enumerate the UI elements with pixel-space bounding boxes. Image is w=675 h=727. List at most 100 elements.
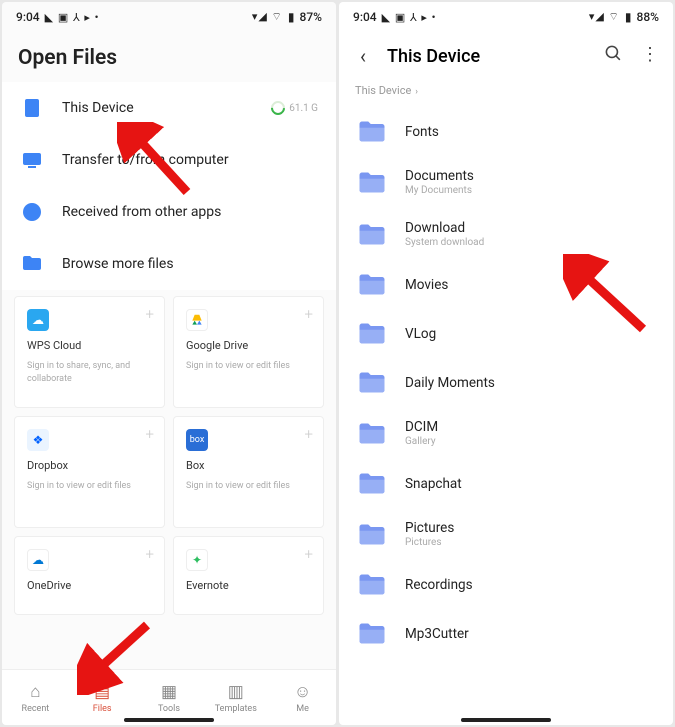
- folder-name: Daily Moments: [405, 375, 495, 391]
- folder-item[interactable]: Daily Moments: [339, 358, 673, 407]
- back-button[interactable]: ‹: [353, 44, 373, 68]
- nav-files[interactable]: ▤ Files: [69, 670, 136, 725]
- onedrive-icon: ☁: [27, 549, 49, 571]
- person-icon: ☺: [294, 682, 311, 702]
- add-icon[interactable]: +: [305, 545, 313, 563]
- folder-subtitle: My Documents: [405, 185, 474, 196]
- cloud-services-row-3: + ☁ OneDrive + ✦ Evernote: [2, 536, 336, 615]
- folder-list[interactable]: FontsDocumentsMy DocumentsDownloadSystem…: [339, 107, 673, 725]
- cloud-dropbox[interactable]: + ❖ Dropbox Sign in to view or edit file…: [14, 416, 165, 528]
- folder-icon: [357, 321, 387, 346]
- files-icon: ▤: [94, 682, 110, 702]
- folder-item[interactable]: VLog: [339, 309, 673, 358]
- folder-icon: [357, 522, 387, 547]
- folder-item[interactable]: Movies: [339, 260, 673, 309]
- add-icon[interactable]: +: [146, 425, 154, 443]
- folder-name: Fonts: [405, 124, 439, 140]
- templates-icon: ▥: [228, 682, 244, 702]
- folder-icon: [357, 621, 387, 646]
- tools-icon: ▦: [161, 682, 177, 702]
- dropbox-icon: ❖: [27, 429, 49, 451]
- battery-icon: ▮: [288, 10, 295, 24]
- phone-open-files: 9:04 ◣ ▣ ⅄ ▸ • ▾◢ ⌔ ▮ 87% Open Files Thi…: [2, 2, 336, 725]
- folder-name: Documents: [405, 168, 474, 184]
- folder-subtitle: System download: [405, 237, 484, 248]
- folder-item[interactable]: Recordings: [339, 560, 673, 609]
- received-icon: [20, 200, 44, 224]
- google-drive-icon: [186, 309, 208, 331]
- cloud-services-grid: + ☁ WPS Cloud Sign in to share, sync, an…: [2, 296, 336, 528]
- cloud-evernote[interactable]: + ✦ Evernote: [173, 536, 324, 615]
- status-time: 9:04: [353, 10, 377, 24]
- folder-icon: [357, 119, 387, 144]
- phone-this-device: 9:04 ◣ ▣ ⅄ ▸ • ▾◢ ⌔ ▮ 88% ‹ This Device …: [339, 2, 673, 725]
- folder-item[interactable]: DocumentsMy Documents: [339, 156, 673, 208]
- item-browse-more[interactable]: Browse more files: [2, 238, 336, 290]
- nav-templates[interactable]: ▥ Templates: [202, 670, 269, 725]
- status-signal-icons: ▾◢ ⌔: [589, 10, 620, 24]
- folder-item[interactable]: Mp3Cutter: [339, 609, 673, 658]
- folder-name: Recordings: [405, 577, 473, 593]
- add-icon[interactable]: +: [146, 305, 154, 323]
- folder-item[interactable]: Snapchat: [339, 459, 673, 508]
- folder-name: DCIM: [405, 419, 438, 435]
- chevron-right-icon: ›: [415, 87, 418, 97]
- add-icon[interactable]: +: [146, 545, 154, 563]
- item-received[interactable]: Received from other apps: [2, 186, 336, 238]
- status-app-icons: ◣ ▣ ⅄ ▸ •: [382, 11, 437, 24]
- status-bar: 9:04 ◣ ▣ ⅄ ▸ • ▾◢ ⌔ ▮ 87%: [2, 2, 336, 32]
- header: ‹ This Device ⋮: [339, 32, 673, 80]
- item-this-device[interactable]: This Device 61.1 G: [2, 82, 336, 134]
- folder-explore-icon: [20, 252, 44, 276]
- folder-name: Pictures: [405, 520, 454, 536]
- cloud-onedrive[interactable]: + ☁ OneDrive: [14, 536, 165, 615]
- device-icon: [20, 96, 44, 120]
- folder-icon: [357, 421, 387, 446]
- evernote-icon: ✦: [186, 549, 208, 571]
- folder-name: Mp3Cutter: [405, 626, 469, 642]
- folder-subtitle: Pictures: [405, 537, 454, 548]
- battery-icon: ▮: [625, 10, 632, 24]
- status-signal-icons: ▾◢ ⌔: [252, 10, 283, 24]
- computer-icon: [20, 148, 44, 172]
- nav-recent[interactable]: ⌂ Recent: [2, 670, 69, 725]
- folder-item[interactable]: DCIMGallery: [339, 407, 673, 459]
- home-icon: ⌂: [30, 682, 40, 702]
- folder-icon: [357, 170, 387, 195]
- folder-name: Download: [405, 220, 484, 236]
- add-icon[interactable]: +: [305, 305, 313, 323]
- nav-me[interactable]: ☺ Me: [269, 670, 336, 725]
- folder-subtitle: Gallery: [405, 436, 438, 447]
- status-battery: 87%: [300, 10, 322, 24]
- more-icon[interactable]: ⋮: [641, 44, 659, 68]
- add-icon[interactable]: +: [305, 425, 313, 443]
- folder-name: VLog: [405, 326, 436, 342]
- nav-tools[interactable]: ▦ Tools: [136, 670, 203, 725]
- home-indicator[interactable]: [124, 718, 214, 722]
- page-title: This Device: [387, 46, 590, 67]
- home-indicator[interactable]: [461, 718, 551, 722]
- folder-item[interactable]: Fonts: [339, 107, 673, 156]
- bottom-nav: ⌂ Recent ▤ Files ▦ Tools ▥ Templates ☺ M…: [2, 669, 336, 725]
- breadcrumb[interactable]: This Device›: [339, 80, 673, 107]
- status-time: 9:04: [16, 10, 40, 24]
- folder-icon: [357, 572, 387, 597]
- search-icon[interactable]: [604, 44, 623, 68]
- status-bar: 9:04 ◣ ▣ ⅄ ▸ • ▾◢ ⌔ ▮ 88%: [339, 2, 673, 32]
- folder-item[interactable]: DownloadSystem download: [339, 208, 673, 260]
- folder-icon: [357, 222, 387, 247]
- folder-icon: [357, 370, 387, 395]
- page-title: Open Files: [2, 32, 336, 82]
- storage-badge: 61.1 G: [271, 101, 318, 115]
- cloud-box[interactable]: + box Box Sign in to view or edit files: [173, 416, 324, 528]
- folder-item[interactable]: PicturesPictures: [339, 508, 673, 560]
- box-icon: box: [186, 429, 208, 451]
- status-battery: 88%: [637, 10, 659, 24]
- folder-name: Movies: [405, 277, 448, 293]
- folder-icon: [357, 471, 387, 496]
- cloud-wps[interactable]: + ☁ WPS Cloud Sign in to share, sync, an…: [14, 296, 165, 408]
- item-transfer[interactable]: Transfer to/from computer: [2, 134, 336, 186]
- storage-ring-icon: [268, 98, 288, 118]
- status-app-icons: ◣ ▣ ⅄ ▸ •: [45, 11, 100, 24]
- cloud-google-drive[interactable]: + Google Drive Sign in to view or edit f…: [173, 296, 324, 408]
